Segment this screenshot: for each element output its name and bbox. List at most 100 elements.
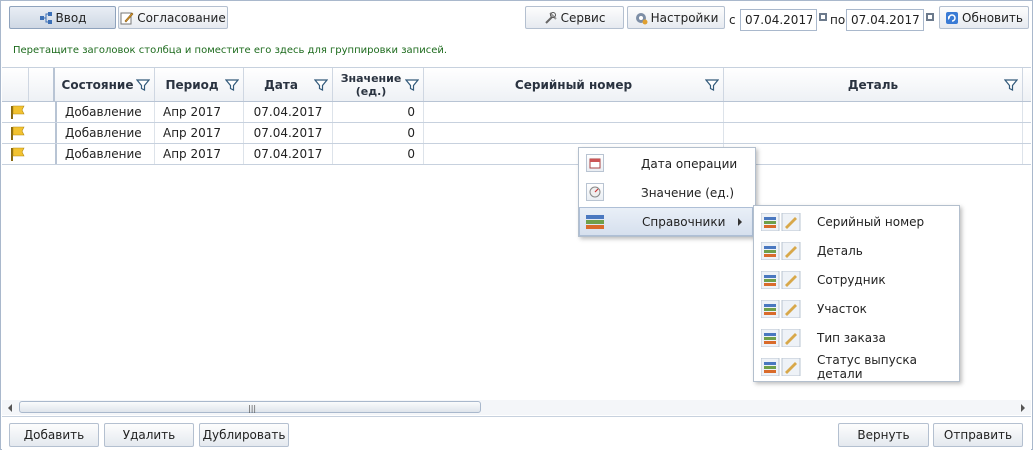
submenu-label-employee: Сотрудник (817, 272, 886, 287)
tree-icon (39, 11, 52, 24)
send-button[interactable]: Отправить (933, 423, 1023, 447)
filter-icon[interactable] (314, 78, 328, 92)
header-status-label: Состояние (61, 77, 134, 92)
refresh-icon (946, 11, 959, 24)
header-detail[interactable]: Деталь (724, 68, 1023, 101)
submenu-label-detail: Деталь (817, 243, 863, 258)
submenu-label-release-status: Статус выпуска детали (817, 352, 917, 381)
submenu-item-detail[interactable]: Деталь (754, 236, 957, 265)
submenu-label-order-type: Тип заказа (817, 330, 886, 345)
header-period-label: Период (165, 77, 219, 92)
grid-header: Состояние Период Дата Значение (ед.) Сер… (2, 68, 1031, 102)
add-button[interactable]: Добавить (9, 423, 99, 447)
header-value[interactable]: Значение (ед.) (333, 68, 424, 101)
submenu-label-section: Участок (817, 301, 867, 316)
header-serial[interactable]: Серийный номер (424, 68, 724, 101)
from-date-input[interactable] (740, 9, 817, 31)
cell-detail (724, 123, 1023, 143)
cell-value: 0 (333, 144, 424, 164)
cell-date: 07.04.2017 (244, 144, 333, 164)
header-date-label: Дата (264, 77, 298, 92)
reference-icon (761, 271, 801, 289)
return-button[interactable]: Вернуть (838, 423, 929, 447)
toolbar: Ввод Согласование Сервис Настройки с 07.… (2, 4, 1031, 32)
filter-icon[interactable] (225, 78, 239, 92)
references-submenu: Серийный номер Деталь Сотрудник Участок … (753, 205, 960, 382)
submenu-item-order-type[interactable]: Тип заказа (754, 323, 957, 352)
to-calendar-icon[interactable] (926, 13, 934, 21)
table-row[interactable]: Добавление Апр 2017 07.04.2017 0 (2, 144, 1031, 165)
books-icon (586, 215, 604, 229)
to-label: по (830, 13, 846, 27)
reference-icon (761, 242, 801, 260)
calendar-icon (586, 154, 604, 172)
group-hint: Перетащите заголовок столбца и поместите… (13, 45, 448, 56)
cell-status: Добавление (55, 144, 155, 164)
flag-icon (11, 147, 25, 161)
cell-date: 07.04.2017 (244, 123, 333, 143)
cell-value: 0 (333, 102, 424, 122)
table-row[interactable]: Добавление Апр 2017 07.04.2017 0 (2, 123, 1031, 144)
scroll-left-icon[interactable] (8, 404, 12, 412)
refresh-button[interactable]: Обновить (939, 6, 1029, 29)
submenu-arrow-icon (738, 218, 742, 226)
menu-label-value: Значение (ед.) (641, 185, 735, 200)
cell-date: 07.04.2017 (244, 102, 333, 122)
menu-label-references: Справочники (642, 214, 726, 229)
from-calendar-icon[interactable] (819, 13, 827, 21)
cell-detail (724, 102, 1023, 122)
settings-button[interactable]: Настройки (627, 6, 725, 29)
header-status[interactable]: Состояние (55, 68, 155, 101)
cell-status: Добавление (55, 102, 155, 122)
filter-icon[interactable] (705, 78, 719, 92)
refresh-label: Обновить (962, 10, 1023, 25)
menu-item-references[interactable]: Справочники (579, 207, 753, 236)
submenu-item-section[interactable]: Участок (754, 294, 957, 323)
filter-icon[interactable] (136, 78, 150, 92)
from-label: с (729, 13, 736, 27)
table-row[interactable]: Добавление Апр 2017 07.04.2017 0 (2, 102, 1031, 123)
cell-serial (424, 102, 724, 122)
menu-item-value[interactable]: Значение (ед.) (579, 178, 753, 207)
to-date-input[interactable] (846, 9, 924, 31)
approval-label: Согласование (137, 10, 226, 25)
window: Ввод Согласование Сервис Настройки с 07.… (0, 0, 1033, 450)
settings-label: Настройки (650, 10, 719, 25)
cell-serial (424, 123, 724, 143)
filter-icon[interactable] (1004, 78, 1018, 92)
bottom-bar: Добавить Удалить Дублировать Вернуть Отп… (2, 416, 1031, 450)
header-value-label-2: (ед.) (355, 84, 387, 98)
cell-period: Апр 2017 (155, 144, 244, 164)
gear-icon (635, 12, 648, 24)
duplicate-button[interactable]: Дублировать (199, 423, 289, 447)
service-button[interactable]: Сервис (525, 6, 624, 29)
scroll-right-icon[interactable] (1021, 404, 1025, 412)
cell-detail (724, 144, 1023, 164)
flag-icon (11, 105, 25, 119)
filter-icon[interactable] (405, 78, 419, 92)
header-indicator-cell (2, 68, 29, 101)
menu-item-operation-date[interactable]: Дата операции (579, 149, 753, 178)
delete-button[interactable]: Удалить (104, 423, 194, 447)
header-period[interactable]: Период (155, 68, 244, 101)
submenu-item-employee[interactable]: Сотрудник (754, 265, 957, 294)
reference-icon (761, 358, 801, 376)
reference-icon (761, 329, 801, 347)
submenu-item-release-status[interactable]: Статус выпуска детали (754, 352, 957, 381)
header-date[interactable]: Дата (244, 68, 333, 101)
header-serial-label: Серийный номер (514, 77, 633, 92)
input-tab-button[interactable]: Ввод (9, 6, 116, 29)
scroll-thumb[interactable]: ||| (19, 401, 481, 413)
cell-status: Добавление (55, 123, 155, 143)
input-tab-label: Ввод (55, 10, 87, 25)
reference-icon (761, 213, 801, 231)
grip-icon: ||| (248, 404, 257, 413)
header-value-label-1: Значение (340, 71, 402, 85)
cell-value: 0 (333, 123, 424, 143)
submenu-item-serial[interactable]: Серийный номер (754, 207, 957, 236)
tools-icon (544, 11, 557, 24)
horizontal-scrollbar[interactable]: ||| (2, 400, 1031, 415)
context-menu: Дата операции Значение (ед.) Справочники (578, 147, 756, 237)
service-label: Сервис (560, 10, 606, 25)
approval-button[interactable]: Согласование (118, 6, 228, 29)
